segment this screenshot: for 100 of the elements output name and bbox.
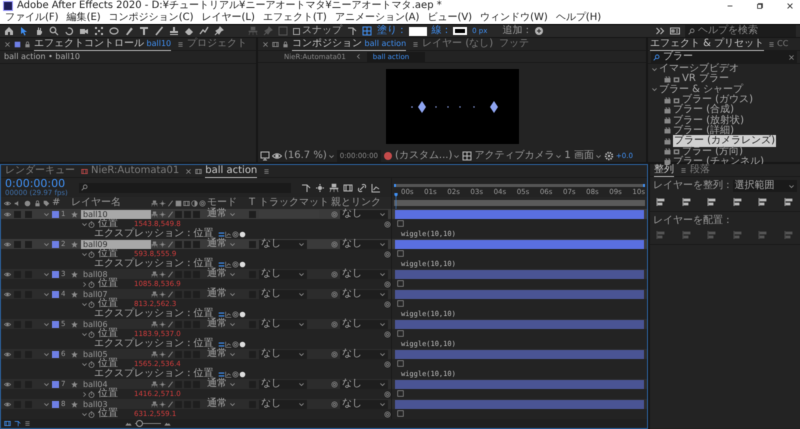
monitor-icon[interactable] [260,151,270,161]
chevron-icon[interactable] [81,220,88,228]
chevron-icon[interactable] [43,320,50,328]
pick-whip-icon[interactable] [384,300,391,308]
ellipse-icon[interactable] [109,26,119,36]
magnifier-icon[interactable] [49,26,59,36]
layer-name[interactable]: ball07 [81,290,151,298]
panel-tab[interactable]: コンポジション ball action [292,38,406,50]
panel-menu-icon[interactable] [412,40,420,48]
snap-grid-icon[interactable] [362,26,372,36]
mode-dropdown[interactable]: 通常 [207,378,238,390]
quality-icon[interactable] [167,270,174,278]
panel-tab[interactable]: エフェクトコントロール ball10 [34,38,172,50]
pen-icon[interactable] [124,26,134,36]
chevron-icon[interactable] [651,66,658,73]
quality-icon[interactable] [167,380,174,388]
label-swatch[interactable] [52,290,59,298]
stroke-swatch[interactable] [453,27,468,35]
label-swatch[interactable] [52,380,59,388]
label-swatch[interactable] [52,270,59,278]
playhead[interactable] [393,193,399,209]
help-search-field[interactable]: ヘルプを検索 [685,25,796,37]
stopwatch-icon[interactable] [88,330,95,338]
align-icon[interactable] [784,197,794,207]
align-to-dropdown[interactable]: 選択範囲 [732,180,797,192]
chevron-icon[interactable] [43,400,50,408]
pick-whip-icon[interactable] [384,360,391,368]
lock-icon[interactable] [24,40,31,48]
panel-tab[interactable]: レイヤー (なし) [422,38,494,50]
pick-whip-icon[interactable] [384,330,391,338]
track-matte-dropdown[interactable]: なし [259,320,307,328]
pick-whip-icon[interactable] [384,410,391,418]
column-header[interactable]: # [52,197,60,209]
panel-menu-icon[interactable] [680,166,687,174]
magnification-dropdown[interactable]: (16.7 %) [284,150,335,162]
panel-menu-icon[interactable] [177,40,184,48]
expand-icon[interactable] [655,26,665,36]
graph-editor-icon[interactable] [371,182,381,192]
pick-whip-icon[interactable] [384,250,391,258]
distribute-icon[interactable] [656,230,666,240]
switch-box[interactable] [25,240,32,248]
menu-item[interactable]: ファイル(F) [5,12,59,24]
chevron-icon[interactable] [43,290,50,298]
mask-view-icon[interactable] [272,151,282,161]
mode-dropdown[interactable]: 通常 [207,318,238,330]
resolution-dropdown[interactable]: (カスタム...) [395,150,460,162]
label-icon[interactable] [43,200,50,206]
type-icon[interactable] [139,26,149,36]
restore-icon[interactable] [756,2,764,10]
eye-icon[interactable] [4,400,11,408]
effect-item[interactable]: ブラー (カメラレンズ) [673,135,776,148]
enable-expression-icon[interactable] [218,260,225,268]
label-swatch[interactable] [52,400,59,408]
graph-icon[interactable] [224,230,232,238]
panel-menu-icon[interactable] [768,40,776,48]
zoom-slider-thumb[interactable] [136,420,143,427]
quality-icon[interactable] [167,290,174,298]
parent-dropdown[interactable]: なし [340,240,388,248]
timeline-tab[interactable]: NieR:Automata01 [91,164,180,178]
quality-icon[interactable] [167,350,174,358]
workspace-icon[interactable] [670,26,680,36]
layer-name[interactable]: ball08 [81,270,151,278]
timeline-tab[interactable]: レンダーキュー [5,164,75,178]
chevron-icon[interactable] [81,250,88,258]
layer-name[interactable]: ball10 [81,210,151,218]
close-icon[interactable] [786,2,794,10]
menu-item[interactable]: レイヤー(L) [201,12,255,24]
pick-whip-icon[interactable] [331,210,338,218]
panel-tab[interactable]: 整列 [654,164,674,176]
column-header[interactable]: レイヤー名 [71,197,121,209]
parent-dropdown[interactable]: なし [340,400,388,408]
pick-whip-icon[interactable] [331,380,338,388]
mode-dropdown[interactable]: 通常 [207,208,238,220]
stopwatch-icon[interactable] [88,300,95,308]
stopwatch-icon[interactable] [88,220,95,228]
chevron-icon[interactable] [81,330,88,338]
stopwatch-icon[interactable] [88,410,95,418]
parent-dropdown[interactable]: なし [340,290,388,298]
speaker-icon[interactable] [14,200,21,206]
mode-dropdown[interactable]: 通常 [207,238,238,250]
eye-icon[interactable] [4,240,11,248]
pick-whip-icon[interactable] [384,390,391,398]
graph-icon[interactable] [224,310,232,318]
track-matte-dropdown[interactable]: なし [259,380,307,388]
views-dropdown[interactable]: 1 画面 [564,150,602,162]
chevron-icon[interactable] [81,300,88,308]
align-icon[interactable] [758,197,768,207]
eye-icon[interactable] [4,210,11,218]
current-time[interactable]: 0:00:00:00 [5,178,75,189]
track-matte-dropdown[interactable]: なし [259,290,307,298]
panel-tab[interactable]: CC [777,38,788,50]
label-swatch[interactable] [52,210,59,218]
hand-icon[interactable] [34,26,44,36]
pick-whip-icon[interactable] [384,280,391,288]
fill-label[interactable]: 塗り : [377,25,404,37]
mode-dropdown[interactable]: 通常 [207,398,238,410]
panel-tab[interactable]: フッテ [499,38,530,50]
effects-search-field[interactable]: ブラー [651,51,797,63]
eye-icon[interactable] [4,350,11,358]
align-icon[interactable] [656,197,666,207]
